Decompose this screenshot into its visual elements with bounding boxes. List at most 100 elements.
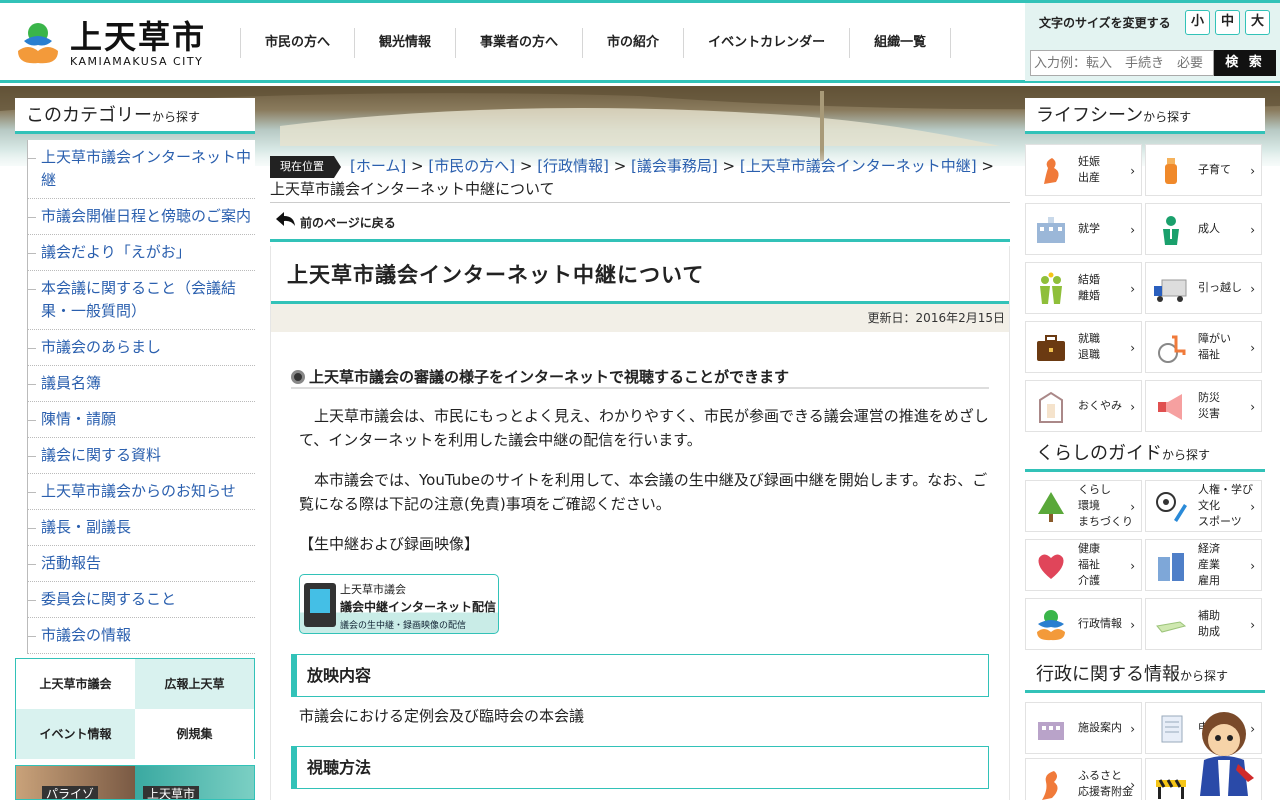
breadcrumb-separator: > bbox=[717, 157, 740, 175]
chevron-right-icon: › bbox=[1250, 618, 1255, 632]
site-logo[interactable]: 上天草市 KAMIAMAKUSA CITY bbox=[16, 19, 216, 71]
chevron-right-icon: › bbox=[1130, 778, 1135, 792]
main-content: 上天草市議会インターネット中継について 更新日：2016年2月15日 上天草市議… bbox=[270, 246, 1010, 800]
back-link[interactable]: 前のページに戻る bbox=[270, 202, 1010, 242]
life-scene-tile[interactable]: 就学 › bbox=[1025, 203, 1142, 255]
life-scene-tile-label: 就学 bbox=[1078, 222, 1100, 235]
breadcrumb-link-citizens[interactable]: [市民の方へ] bbox=[428, 157, 515, 175]
banner-regulations[interactable]: 例規集 bbox=[135, 709, 254, 759]
breadcrumb-link-admin-info[interactable]: [行政情報] bbox=[537, 157, 609, 175]
intro-paragraph-2: 本市議会では、YouTubeのサイトを利用して、本会議の生中継及び録画中継を開始… bbox=[299, 471, 988, 513]
chevron-right-icon: › bbox=[1250, 559, 1255, 573]
banner-event-info[interactable]: イベント情報 bbox=[16, 709, 135, 759]
breadcrumb: 現在位置 [ホーム] > [市民の方へ] > [行政情報] > [議会事務局] … bbox=[270, 154, 1010, 201]
logo-title: 上天草市 bbox=[70, 18, 207, 56]
life-scene-tile[interactable]: 防災 災害 › bbox=[1145, 380, 1262, 432]
nav-organization[interactable]: 組織一覧 bbox=[849, 28, 952, 58]
category-heading: このカテゴリーから探す bbox=[15, 98, 255, 134]
chevron-right-icon: › bbox=[1130, 341, 1135, 355]
living-guide-tile[interactable]: 経済 産業 雇用 › bbox=[1145, 539, 1262, 591]
life-scene-tile[interactable]: 子育て › bbox=[1145, 144, 1262, 196]
buildings-icon bbox=[1158, 553, 1184, 581]
category-item[interactable]: 本会議に関すること（会議結果・一般質問） bbox=[28, 271, 255, 330]
life-scene-tile[interactable]: 障がい 福祉 › bbox=[1145, 321, 1262, 373]
photo-banner-city[interactable]: 上天草市 bbox=[135, 766, 254, 799]
wheelchair-icon bbox=[1158, 335, 1186, 363]
living-guide-tile[interactable]: 補助 助成 › bbox=[1145, 598, 1262, 650]
life-scene-tile[interactable]: 妊娠 出産 › bbox=[1025, 144, 1142, 196]
chevron-right-icon: › bbox=[1130, 559, 1135, 573]
life-scene-tile[interactable]: 結婚 離婚 › bbox=[1025, 262, 1142, 314]
breadcrumb-separator: > bbox=[406, 157, 429, 175]
nav-about-city[interactable]: 市の紹介 bbox=[582, 28, 683, 58]
admin-info-tile[interactable]: ふるさと 応援寄附金 › bbox=[1025, 758, 1142, 800]
life-scene-tile[interactable]: 引っ越し › bbox=[1145, 262, 1262, 314]
category-item[interactable]: 議会に関する資料 bbox=[28, 438, 255, 474]
living-guide-tile-label: 行政情報 bbox=[1078, 617, 1122, 630]
category-item[interactable]: 市議会のあらまし bbox=[28, 330, 255, 366]
living-guide-tile-label: 人権・学び 文化 スポーツ bbox=[1198, 483, 1253, 528]
adult-icon bbox=[1163, 216, 1179, 245]
nav-event-calendar[interactable]: イベントカレンダー bbox=[683, 28, 849, 58]
quick-banners: 上天草市議会 広報上天草 イベント情報 例規集 bbox=[15, 658, 255, 759]
global-nav: 市民の方へ 観光情報 事業者の方へ 市の紹介 イベントカレンダー 組織一覧 bbox=[240, 28, 952, 58]
life-scene-tile[interactable]: 成人 › bbox=[1145, 203, 1262, 255]
category-item[interactable]: 議会だより「えがお」 bbox=[28, 235, 255, 271]
life-scene-tile-label: 子育て bbox=[1198, 163, 1231, 176]
map-icon bbox=[1042, 771, 1058, 800]
nav-citizens[interactable]: 市民の方へ bbox=[240, 28, 354, 58]
font-size-medium-button[interactable]: 中 bbox=[1215, 10, 1240, 35]
chevron-right-icon: › bbox=[1130, 618, 1135, 632]
search-input[interactable] bbox=[1030, 50, 1214, 76]
breadcrumb-separator: > bbox=[976, 157, 994, 175]
breadcrumb-link-council-office[interactable]: [議会事務局] bbox=[631, 157, 718, 175]
chevron-right-icon: › bbox=[1250, 282, 1255, 296]
category-item[interactable]: 上天草市議会からのお知らせ bbox=[28, 474, 255, 510]
truck-icon bbox=[1154, 279, 1187, 302]
living-guide-tile-label: 補助 助成 bbox=[1198, 609, 1220, 638]
category-item[interactable]: 陳情・請願 bbox=[28, 402, 255, 438]
life-scene-tile-label: 結婚 離婚 bbox=[1078, 273, 1100, 302]
life-scene-heading-main: ライフシーン bbox=[1036, 105, 1144, 126]
category-heading-suffix: から探す bbox=[152, 110, 201, 124]
broadcast-banner-line2: 議会中継インターネット配信 bbox=[340, 600, 497, 614]
back-arrow-icon bbox=[276, 212, 295, 226]
banner-city-council[interactable]: 上天草市議会 bbox=[16, 659, 135, 709]
living-guide-tile[interactable]: 健康 福祉 介護 › bbox=[1025, 539, 1142, 591]
breadcrumb-trail: [ホーム] > [市民の方へ] > [行政情報] > [議会事務局] > [上天… bbox=[270, 154, 1010, 201]
living-guide-tile[interactable]: 行政情報 › bbox=[1025, 598, 1142, 650]
photo-banner-paraiso[interactable]: パライゾ bbox=[16, 766, 135, 799]
life-scene-heading: ライフシーンから探す bbox=[1025, 98, 1265, 134]
chevron-right-icon: › bbox=[1250, 400, 1255, 414]
living-guide-tile[interactable]: くらし 環境 まちづくり › bbox=[1025, 480, 1142, 532]
search-button[interactable]: 検 索 bbox=[1214, 50, 1276, 76]
life-scene-tile[interactable]: 就職 退職 › bbox=[1025, 321, 1142, 373]
banner-city-newsletter[interactable]: 広報上天草 bbox=[135, 659, 254, 709]
breadcrumb-link-home[interactable]: [ホーム] bbox=[350, 157, 406, 175]
nav-tourism[interactable]: 観光情報 bbox=[354, 28, 455, 58]
baby-bottle-icon bbox=[1165, 158, 1177, 184]
category-item[interactable]: 市議会の情報 bbox=[28, 618, 255, 654]
category-item[interactable]: 委員会に関すること bbox=[28, 582, 255, 618]
left-sidebar: このカテゴリーから探す 上天草市議会インターネット中継 市議会開催日程と傍聴のご… bbox=[15, 98, 255, 654]
category-list: 上天草市議会インターネット中継 市議会開催日程と傍聴のご案内 議会だより「えがお… bbox=[27, 140, 255, 654]
nav-business[interactable]: 事業者の方へ bbox=[455, 28, 582, 58]
category-item[interactable]: 議員名簿 bbox=[28, 366, 255, 402]
chevron-right-icon: › bbox=[1130, 722, 1135, 736]
breadcrumb-link-internet-broadcast[interactable]: [上天草市議会インターネット中継] bbox=[740, 157, 977, 175]
living-guide-tile[interactable]: 人権・学び 文化 スポーツ › bbox=[1145, 480, 1262, 532]
category-item[interactable]: 市議会開催日程と傍聴のご案内 bbox=[28, 199, 255, 235]
font-size-small-button[interactable]: 小 bbox=[1185, 10, 1210, 35]
category-item[interactable]: 活動報告 bbox=[28, 546, 255, 582]
broadcast-banner-link[interactable]: 上天草市議会 議会中継インターネット配信 議会の生中継・録画映像の配信 bbox=[299, 574, 499, 634]
font-size-large-button[interactable]: 大 bbox=[1245, 10, 1270, 35]
breadcrumb-separator: > bbox=[608, 157, 632, 175]
facility-icon bbox=[1038, 722, 1064, 740]
life-scene-heading-suffix: から探す bbox=[1143, 110, 1192, 124]
admin-info-tile[interactable]: 施設案内 › bbox=[1025, 702, 1142, 754]
life-scene-tile[interactable]: おくやみ › bbox=[1025, 380, 1142, 432]
category-item[interactable]: 上天草市議会インターネット中継 bbox=[28, 140, 255, 199]
category-item[interactable]: 議長・副議長 bbox=[28, 510, 255, 546]
city-logo-icon bbox=[18, 23, 58, 64]
back-link-label: 前のページに戻る bbox=[300, 216, 396, 230]
